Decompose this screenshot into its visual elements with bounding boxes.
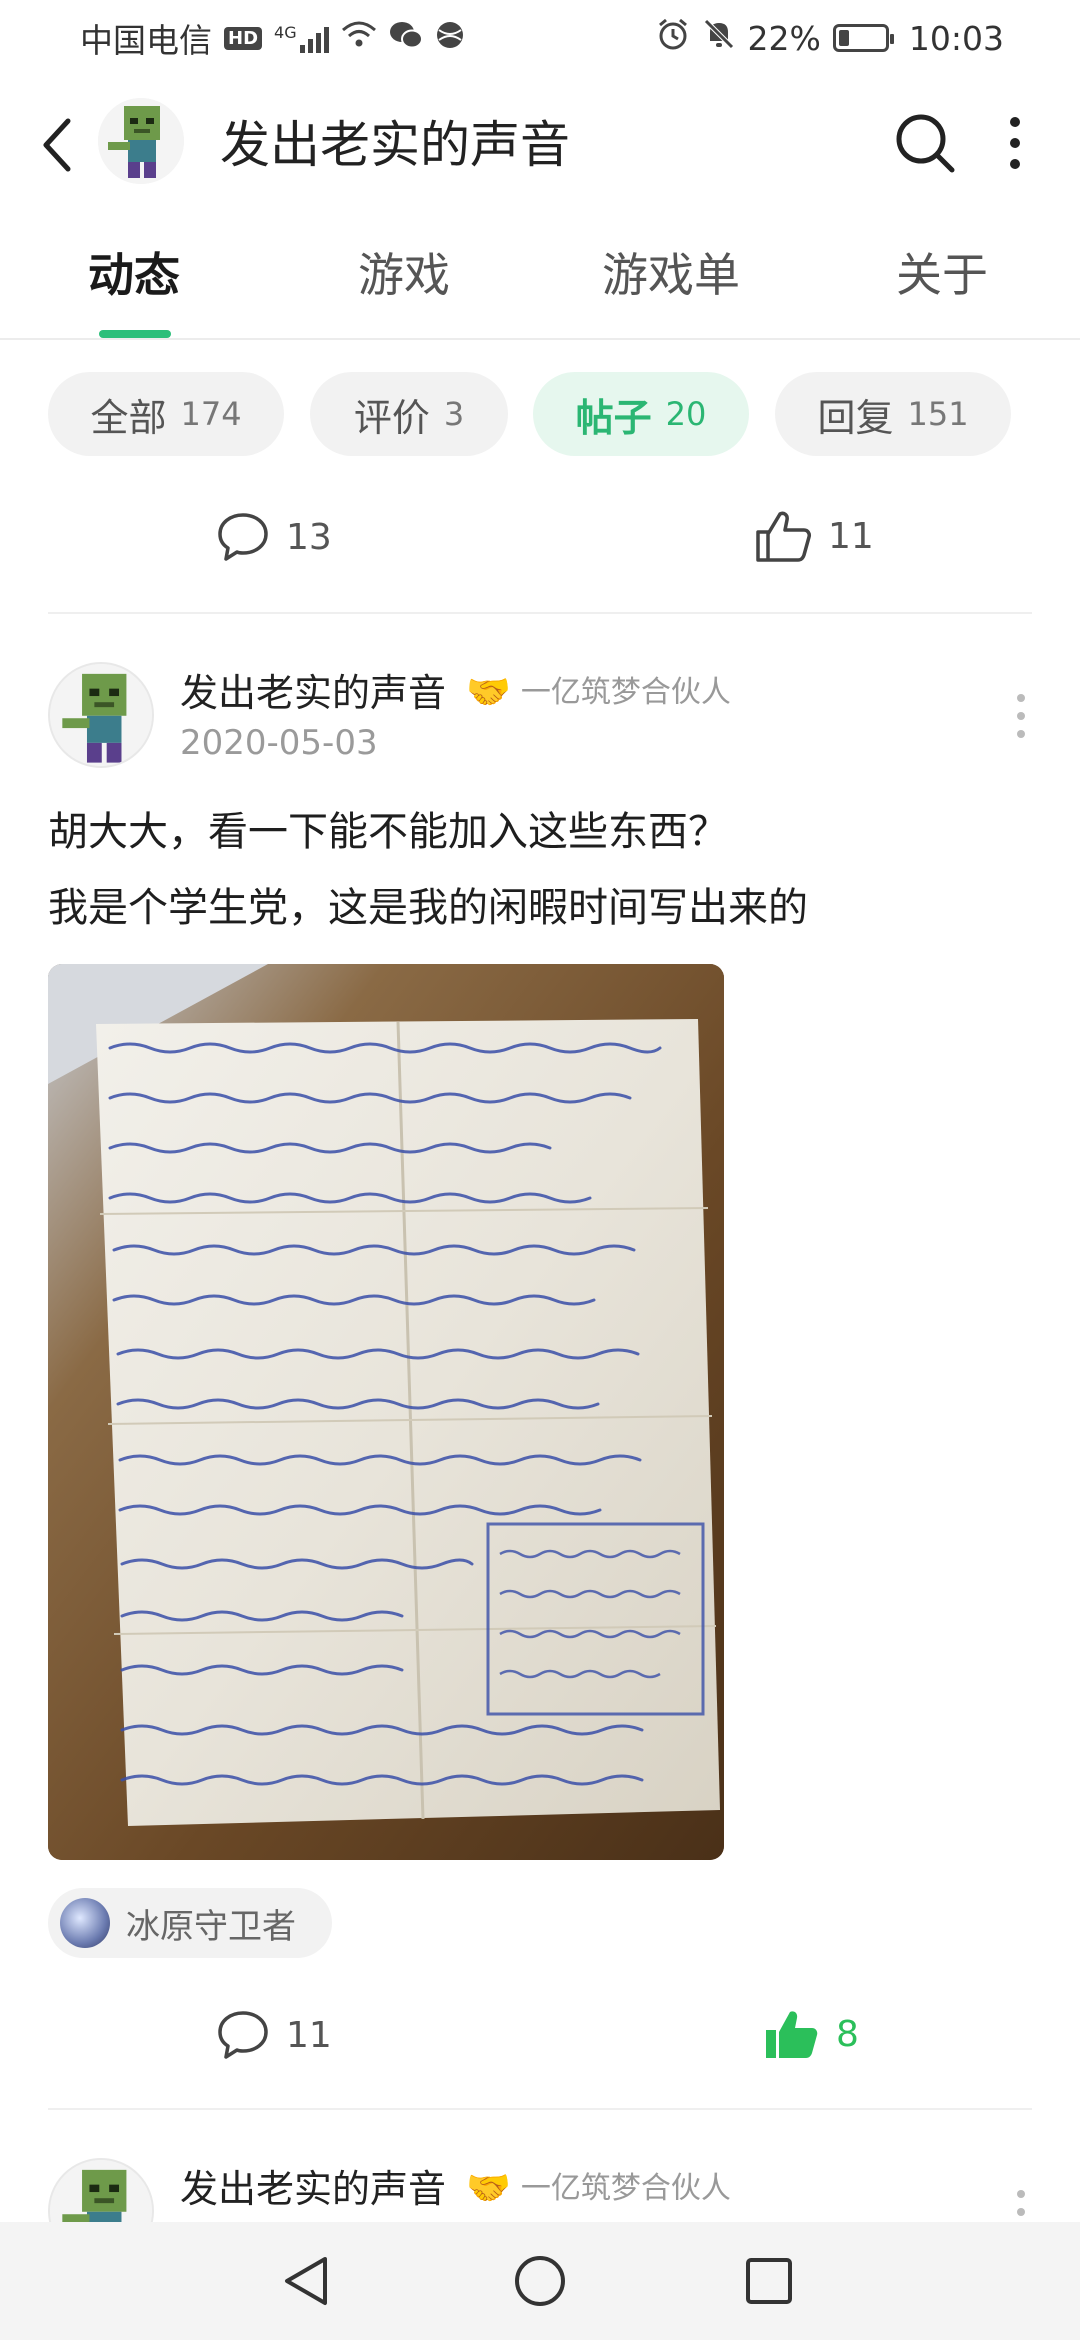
tab-games[interactable]: 游戏 (358, 240, 450, 310)
post-image[interactable] (48, 964, 724, 1860)
like-count: 8 (836, 2013, 859, 2055)
filter-label: 评价 (353, 395, 430, 440)
wifi-icon (341, 19, 377, 58)
profile-avatar[interactable] (98, 98, 184, 184)
tab-game-lists[interactable]: 游戏单 (602, 240, 740, 310)
active-tab-indicator (99, 330, 171, 338)
zombie-avatar-image (50, 664, 152, 766)
nav-recents-button[interactable] (734, 2246, 804, 2316)
author-badge: 🤝 一亿筑梦合伙人 (466, 668, 731, 718)
network-type-label: 4G (274, 23, 297, 42)
filter-count: 20 (665, 395, 707, 433)
handshake-icon: 🤝 (466, 2168, 511, 2209)
handshake-icon: 🤝 (466, 672, 511, 713)
more-vertical-icon (1010, 117, 1020, 169)
ball-icon (435, 19, 465, 58)
nav-back-button[interactable] (272, 2246, 342, 2316)
status-left: 中国电信 HD 4G (80, 14, 465, 62)
post-text-line: 我是个学生党，这是我的闲暇时间写出来的 (48, 885, 808, 931)
search-button[interactable] (890, 108, 960, 178)
signal-icon: 4G (274, 23, 329, 53)
filter-posts[interactable]: 帖子 20 (533, 372, 749, 456)
post-author-name[interactable]: 发出老实的声音 (180, 668, 446, 718)
back-button[interactable] (28, 110, 88, 180)
filter-label: 全部 (90, 395, 167, 440)
filter-all[interactable]: 全部 174 (48, 372, 284, 456)
tab-dynamics[interactable]: 动态 (88, 240, 180, 310)
tag-label: 冰原守卫者 (126, 1906, 296, 1947)
hd-icon: HD (224, 26, 263, 50)
battery-percent: 22% (747, 18, 821, 58)
system-navigation-bar (0, 2222, 1080, 2340)
comment-icon (218, 2011, 268, 2059)
handwritten-note-photo (48, 964, 724, 1860)
clock: 10:03 (908, 18, 1004, 58)
post-like-button[interactable]: 8 (762, 2006, 859, 2062)
battery-icon (832, 24, 894, 52)
chevron-left-icon (43, 118, 71, 172)
alarm-icon (656, 17, 690, 59)
square-recents-icon (746, 2258, 792, 2304)
post-author-name[interactable]: 发出老实的声音 (180, 2164, 446, 2214)
mute-bell-icon (702, 17, 736, 59)
filter-count: 151 (907, 395, 969, 433)
prev-comment-button[interactable]: 13 (216, 510, 332, 564)
topic-tag-chip[interactable]: 冰原守卫者 (48, 1888, 332, 1958)
page-title: 发出老实的声音 (220, 116, 570, 174)
tag-avatar (60, 1898, 110, 1948)
nav-home-button[interactable] (505, 2246, 575, 2316)
thumbs-up-filled-icon (766, 2011, 818, 2058)
thumbs-up-icon (756, 511, 811, 562)
filter-count: 3 (443, 395, 465, 433)
comment-count: 11 (286, 2014, 332, 2056)
post-divider (48, 612, 1032, 614)
badge-label: 一亿筑梦合伙人 (520, 2171, 731, 2206)
post-text-line: 胡大大，看一下能不能加入这些东西？ (48, 809, 728, 855)
carrier-label: 中国电信 (80, 21, 212, 60)
filter-count: 174 (180, 395, 242, 433)
author-badge: 🤝 一亿筑梦合伙人 (466, 2164, 731, 2214)
post-more-button[interactable] (1006, 686, 1036, 746)
search-icon (896, 114, 955, 173)
post-date: 2020-05-03 (180, 723, 378, 763)
post-author-avatar[interactable] (48, 662, 154, 768)
post-comment-button[interactable]: 11 (216, 2008, 332, 2062)
status-bar: 中国电信 HD 4G 22% 10:03 (0, 0, 1080, 76)
zombie-avatar-image (98, 98, 184, 184)
comment-icon (218, 513, 268, 561)
post-divider (48, 2108, 1032, 2110)
prev-like-button[interactable]: 11 (754, 508, 874, 564)
more-vertical-icon (1017, 694, 1025, 738)
tab-about[interactable]: 关于 (896, 240, 988, 310)
triangle-back-icon (285, 2257, 327, 2305)
badge-label: 一亿筑梦合伙人 (520, 675, 731, 710)
wechat-icon (389, 19, 423, 58)
circle-home-icon (515, 2256, 565, 2306)
tab-bar: 动态 游戏 游戏单 关于 (0, 220, 1080, 340)
filter-label: 回复 (817, 395, 894, 440)
comment-count: 13 (286, 516, 332, 558)
top-app-bar: 发出老实的声音 (0, 90, 1080, 200)
more-options-button[interactable] (995, 108, 1035, 178)
filter-replies[interactable]: 回复 151 (775, 372, 1011, 456)
status-right: 22% 10:03 (656, 17, 1004, 59)
like-count: 11 (828, 515, 874, 557)
filter-reviews[interactable]: 评价 3 (310, 372, 508, 456)
filter-label: 帖子 (575, 395, 652, 440)
